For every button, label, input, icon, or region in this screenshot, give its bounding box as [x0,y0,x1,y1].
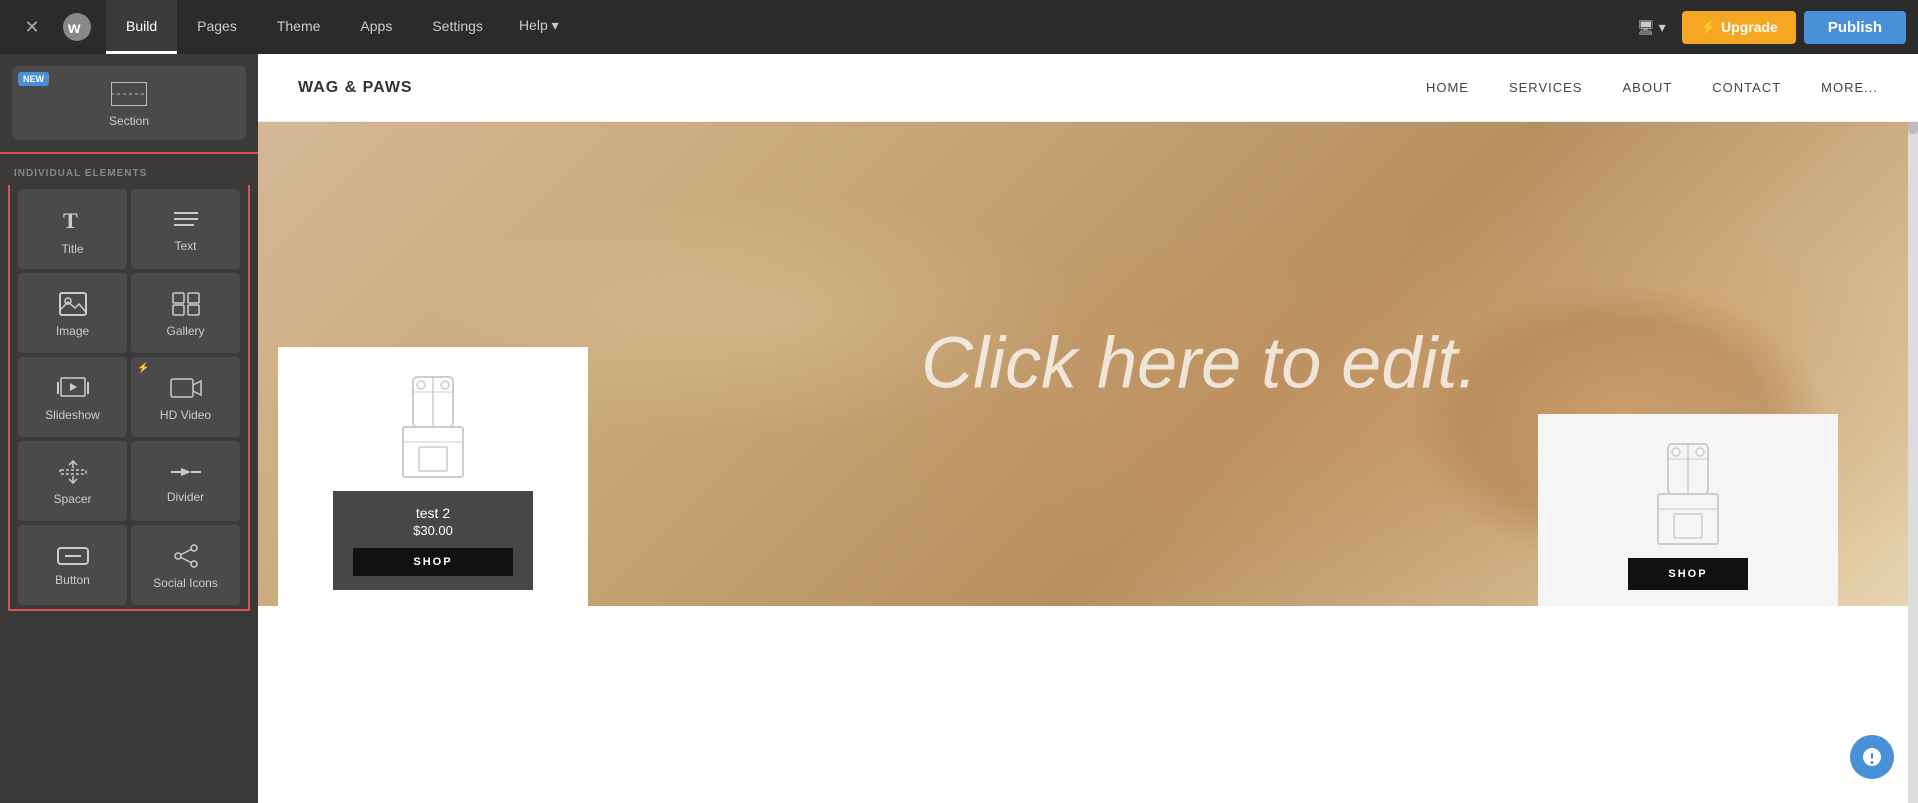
product-card-left[interactable]: test 2 $30.00 SHOP [278,347,588,606]
element-slideshow[interactable]: Slideshow [18,357,127,437]
element-hd-video[interactable]: ⚡ HD Video [131,357,240,437]
site-nav: HOME SERVICES ABOUT CONTACT MORE... [1426,80,1878,95]
product-icon-left [383,367,483,487]
tab-apps[interactable]: Apps [340,0,412,54]
section-icon [111,82,147,106]
element-text[interactable]: Text [131,189,240,269]
slideshow-label: Slideshow [45,408,100,422]
product1-name: test 2 [353,505,513,521]
site-header: WAG & PAWS HOME SERVICES ABOUT CONTACT M… [258,54,1918,122]
top-navbar: ✕ w Build Pages Theme Apps Settings Help… [0,0,1918,54]
elements-grid: T Title Text Image [8,185,250,611]
main-layout: NEW Section INDIVIDUAL ELEMENTS T Title [0,54,1918,803]
hero-title[interactable]: Click here to edit. [921,324,1477,403]
site-preview: WAG & PAWS HOME SERVICES ABOUT CONTACT M… [258,54,1918,803]
product1-price: $30.00 [353,523,513,538]
tab-theme[interactable]: Theme [257,0,341,54]
product-card-right[interactable]: SHOP [1538,414,1838,606]
element-image[interactable]: Image [18,273,127,353]
lightning-badge: ⚡ [137,363,149,374]
hd-video-icon [170,376,202,400]
upgrade-button[interactable]: ⚡ Upgrade [1682,11,1796,44]
spacer-label: Spacer [53,492,91,506]
image-label: Image [56,324,89,338]
element-divider[interactable]: Divider [131,441,240,521]
scrollbar-track [1908,54,1918,803]
nav-about[interactable]: ABOUT [1622,80,1672,95]
gallery-icon [172,292,200,316]
tab-pages[interactable]: Pages [177,0,257,54]
nav-contact[interactable]: CONTACT [1712,80,1781,95]
divider-label: Divider [167,490,204,504]
social-icons-label: Social Icons [153,576,218,590]
nav-home[interactable]: HOME [1426,80,1469,95]
hero-text-overlay: Click here to edit. [921,324,1477,403]
social-icons-icon [172,544,200,568]
product-icon-right [1638,434,1738,554]
nav-services[interactable]: SERVICES [1509,80,1583,95]
gallery-label: Gallery [166,324,204,338]
title-label: Title [61,242,83,256]
canvas: WAG & PAWS HOME SERVICES ABOUT CONTACT M… [258,54,1918,803]
hd-video-label: HD Video [160,408,211,422]
title-icon: T [59,206,87,234]
product1-shop-button[interactable]: SHOP [353,548,513,576]
sidebar: NEW Section INDIVIDUAL ELEMENTS T Title [0,54,258,803]
text-icon [172,209,200,231]
product2-shop-button[interactable]: SHOP [1628,558,1747,590]
product-info-left: test 2 $30.00 SHOP [333,491,533,590]
image-icon [59,292,87,316]
element-spacer[interactable]: Spacer [18,441,127,521]
site-logo: WAG & PAWS [298,79,413,97]
svg-text:w: w [67,20,81,37]
new-badge: NEW [18,72,49,86]
spacer-icon [58,460,88,484]
divider-icon [171,462,201,482]
individual-elements-label: INDIVIDUAL ELEMENTS [0,152,258,185]
element-title[interactable]: T Title [18,189,127,269]
button-label: Button [55,573,90,587]
section-label: Section [109,114,149,128]
nav-more[interactable]: MORE... [1821,80,1878,95]
device-selector[interactable]: 🖥 ▾ [1621,19,1682,36]
publish-button[interactable]: Publish [1804,11,1906,44]
button-icon [57,547,89,565]
tab-help[interactable]: Help ▾ [503,0,575,54]
section-element[interactable]: NEW Section [12,66,246,140]
element-gallery[interactable]: Gallery [131,273,240,353]
nav-tabs: Build Pages Theme Apps Settings Help ▾ [106,0,575,54]
tab-build[interactable]: Build [106,0,177,54]
hero-section[interactable]: Click here to edit. [258,122,1918,606]
product2-shop-btn-wrapper: SHOP [1628,558,1747,590]
weebly-logo: w [52,7,102,47]
svg-text:T: T [63,208,78,233]
element-social-icons[interactable]: Social Icons [131,525,240,605]
tab-settings[interactable]: Settings [412,0,503,54]
element-button[interactable]: Button [18,525,127,605]
text-label: Text [174,239,196,253]
slideshow-icon [57,376,89,400]
close-button[interactable]: ✕ [12,7,52,47]
help-fab-button[interactable] [1850,735,1894,779]
